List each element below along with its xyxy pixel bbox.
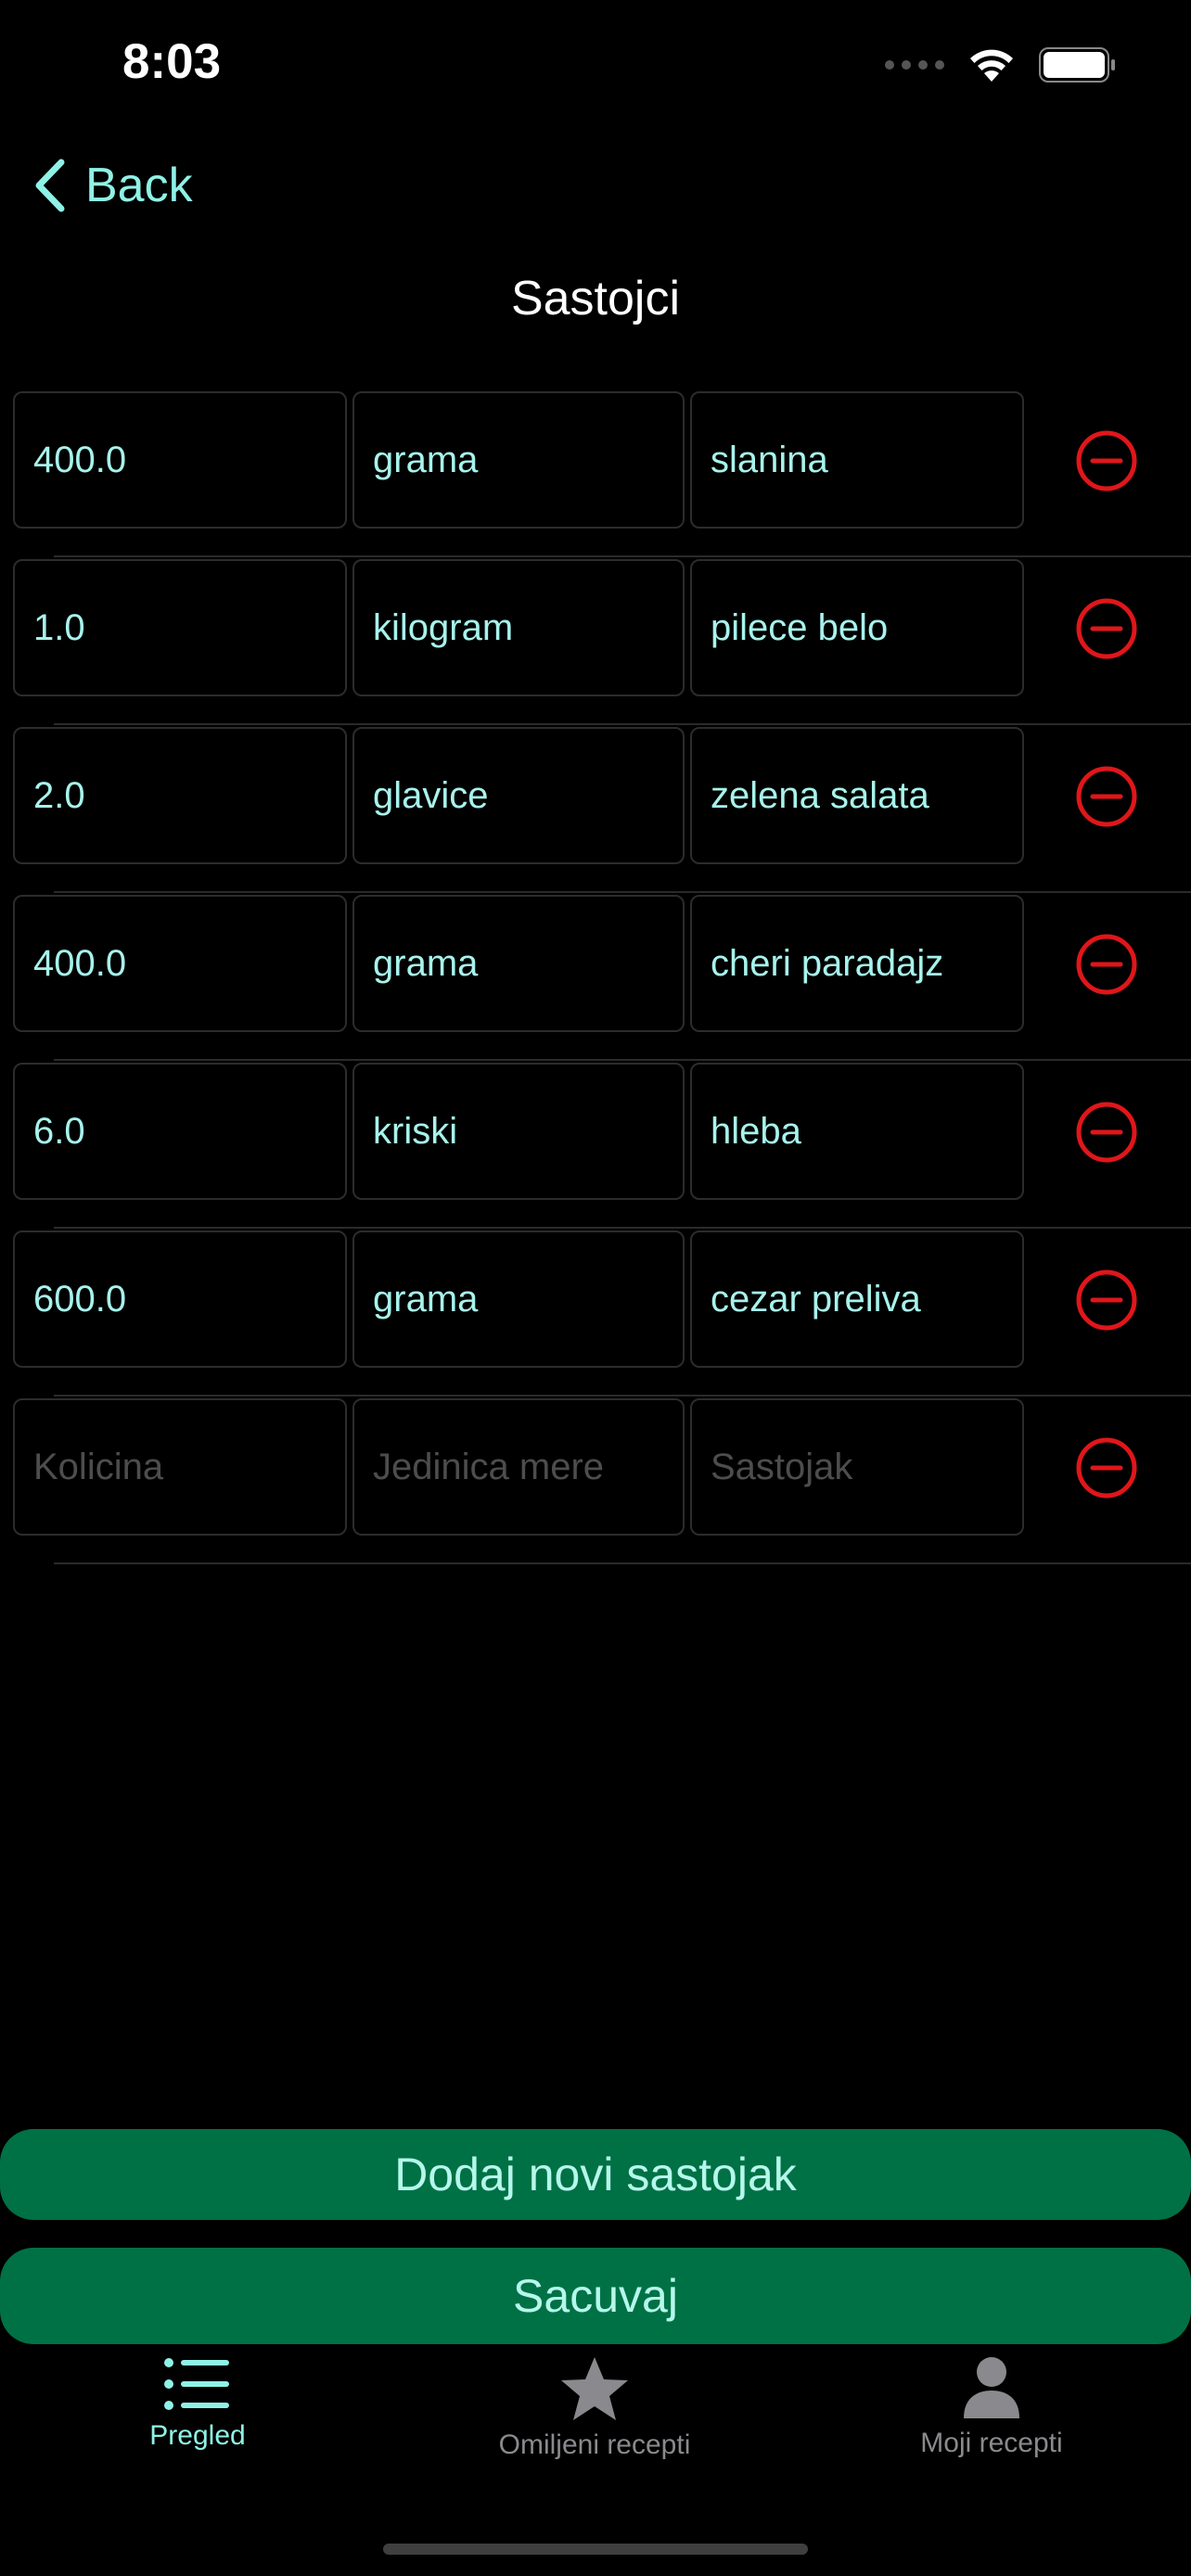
row-divider: [54, 1562, 1191, 1564]
quantity-field[interactable]: 1.0: [13, 559, 347, 696]
quantity-field[interactable]: 400.0: [13, 895, 347, 1032]
remove-icon[interactable]: [1076, 766, 1137, 827]
quantity-field[interactable]: 6.0: [13, 1063, 347, 1200]
battery-icon: [1039, 47, 1115, 83]
status-time: 8:03: [122, 34, 222, 89]
ingredient-row: 1.0 kilogram pilece belo: [0, 557, 1191, 725]
add-ingredient-button[interactable]: Dodaj novi sastojak: [0, 2129, 1191, 2220]
unit-field[interactable]: grama: [352, 1231, 685, 1368]
ingredient-field[interactable]: zelena salata: [690, 727, 1024, 864]
save-button[interactable]: Sacuvaj: [0, 2248, 1191, 2344]
cellular-signal-icon: [885, 60, 944, 70]
quantity-field[interactable]: 2.0: [13, 727, 347, 864]
tab-label: Moji recepti: [920, 2428, 1063, 2458]
quantity-input[interactable]: Kolicina: [13, 1398, 347, 1536]
remove-icon[interactable]: [1076, 1437, 1137, 1498]
person-icon: [964, 2357, 1019, 2418]
ingredient-list: 400.0 grama slanina 1.0 kilogram pilece …: [0, 389, 1191, 1564]
tab-label: Pregled: [149, 2420, 246, 2451]
unit-field[interactable]: kilogram: [352, 559, 685, 696]
back-label: Back: [85, 159, 193, 212]
ingredient-row: 6.0 kriski hleba: [0, 1061, 1191, 1229]
star-icon: [561, 2357, 628, 2420]
quantity-field[interactable]: 400.0: [13, 391, 347, 529]
ingredient-field[interactable]: cheri paradajz: [690, 895, 1024, 1032]
status-indicators: [885, 46, 1117, 83]
back-button[interactable]: Back: [33, 158, 193, 213]
home-indicator: [383, 2544, 808, 2555]
remove-icon[interactable]: [1076, 1269, 1137, 1331]
ingredients-screen: 8:03 Back Sastojci 400.0 grama slanina 1…: [0, 0, 1191, 2576]
ingredient-field[interactable]: pilece belo: [690, 559, 1024, 696]
unit-field[interactable]: kriski: [352, 1063, 685, 1200]
tab-omiljeni-recepti[interactable]: Omiljeni recepti: [446, 2355, 743, 2461]
tab-label: Omiljeni recepti: [498, 2429, 691, 2460]
remove-icon[interactable]: [1076, 1102, 1137, 1163]
remove-icon[interactable]: [1076, 934, 1137, 995]
wifi-icon: [970, 49, 1013, 82]
remove-icon[interactable]: [1076, 598, 1137, 659]
new-ingredient-row: Kolicina Jedinica mere Sastojak: [0, 1396, 1191, 1564]
ingredient-row: 2.0 glavice zelena salata: [0, 725, 1191, 893]
ingredient-row: 400.0 grama cheri paradajz: [0, 893, 1191, 1061]
page-title: Sastojci: [510, 272, 681, 325]
tab-moji-recepti[interactable]: Moji recepti: [843, 2355, 1140, 2459]
list-icon: [164, 2358, 229, 2410]
unit-field[interactable]: grama: [352, 391, 685, 529]
ingredient-field[interactable]: hleba: [690, 1063, 1024, 1200]
ingredient-row: 600.0 grama cezar preliva: [0, 1229, 1191, 1396]
chevron-left-icon: [35, 159, 65, 212]
ingredient-field[interactable]: cezar preliva: [690, 1231, 1024, 1368]
remove-icon[interactable]: [1076, 430, 1137, 491]
ingredient-row: 400.0 grama slanina: [0, 389, 1191, 557]
unit-input[interactable]: Jedinica mere: [352, 1398, 685, 1536]
quantity-field[interactable]: 600.0: [13, 1231, 347, 1368]
tab-bar: Pregled Omiljeni recepti Moji recepti: [0, 2355, 1191, 2494]
ingredient-input[interactable]: Sastojak: [690, 1398, 1024, 1536]
unit-field[interactable]: glavice: [352, 727, 685, 864]
ingredient-field[interactable]: slanina: [690, 391, 1024, 529]
tab-pregled[interactable]: Pregled: [49, 2355, 346, 2452]
unit-field[interactable]: grama: [352, 895, 685, 1032]
